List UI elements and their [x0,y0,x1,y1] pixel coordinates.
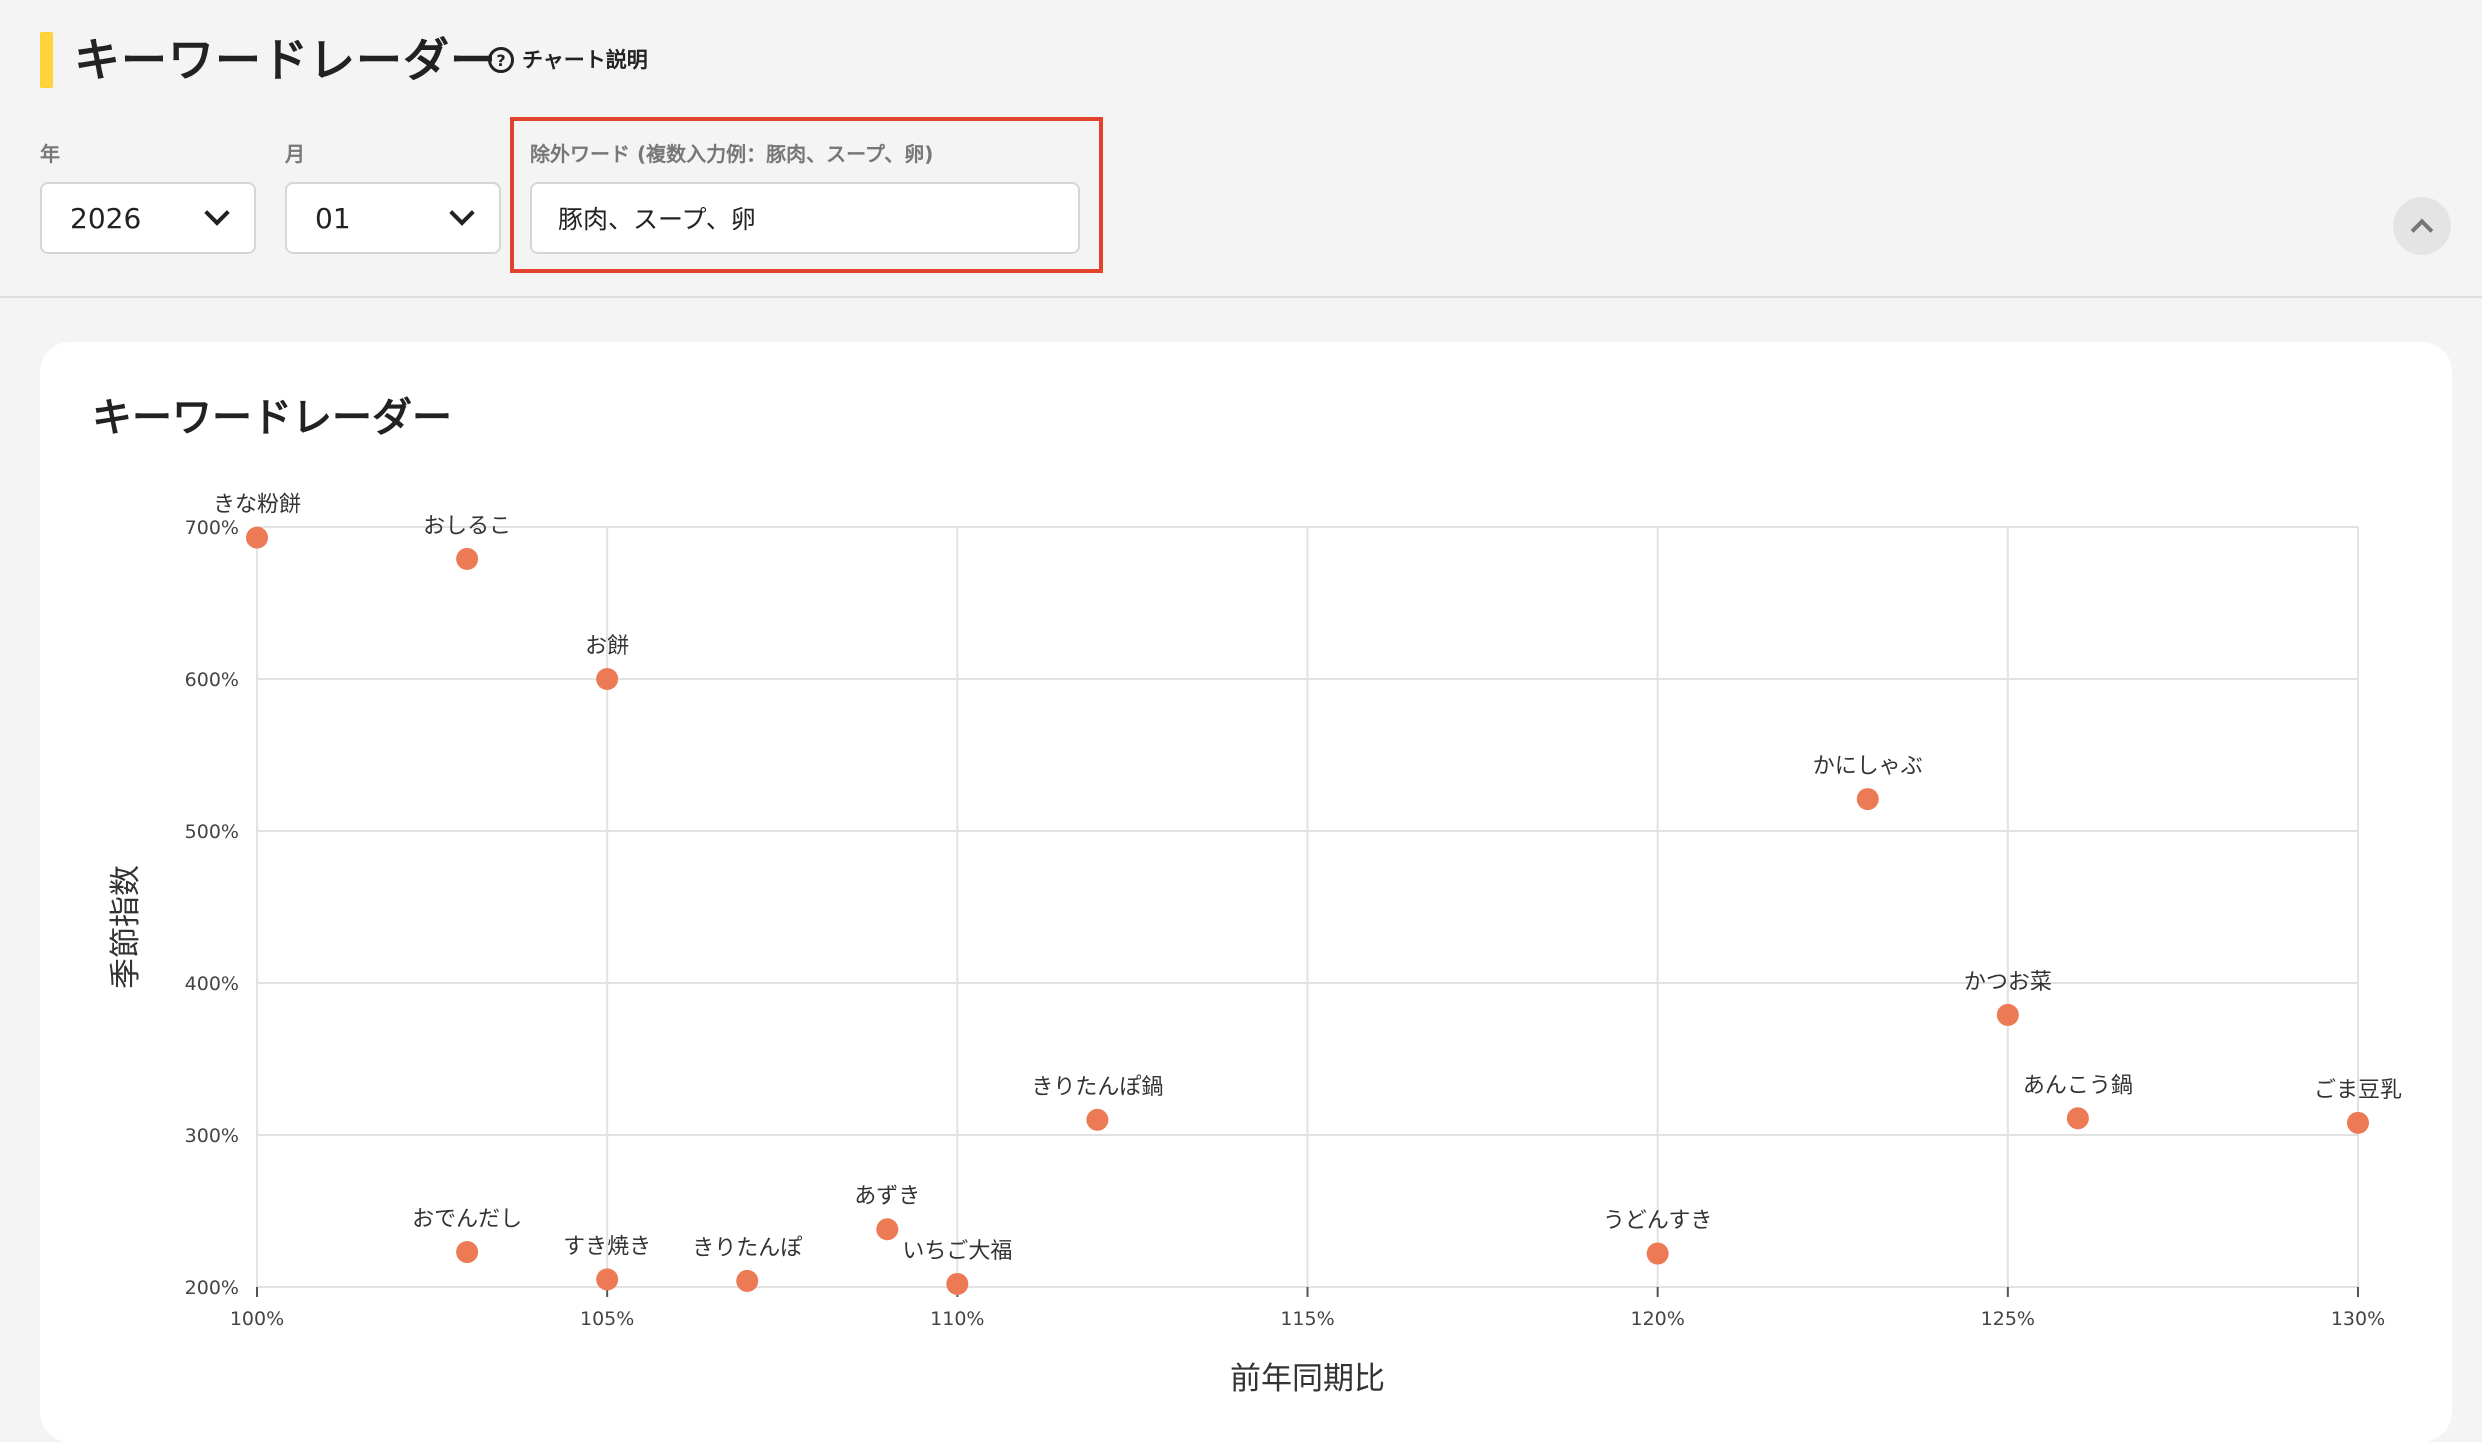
data-point [2347,1111,2369,1134]
x-tick-label: 120% [1631,1308,1685,1330]
month-select[interactable]: 01 [285,182,501,254]
data-point-label: かつお菜 [1964,970,2052,995]
data-point-label: きりたんぽ [692,1236,802,1261]
question-circle-icon: ? [488,47,514,73]
y-tick-label: 200% [185,1277,239,1299]
y-axis-title: 季節指数 [108,865,144,989]
data-point [2066,1107,2089,1130]
y-tick-label: 600% [185,669,239,691]
scatter-chart: 200% 300% 400% 500% 600% 700% 100% 105% 110% 115%… [108,493,2402,1397]
data-point [456,547,479,570]
title-accent-bar [40,32,53,88]
data-point-label: かにしゃぶ [1813,754,1923,779]
x-tick-label: 100% [230,1308,284,1330]
data-point [1646,1242,1669,1265]
data-point-label: きな粉餅 [213,493,301,518]
data-point-label: ごま豆乳 [2314,1078,2402,1103]
data-point-label: おしるこ [423,514,511,539]
data-point [246,526,268,549]
chart-help-link[interactable]: ? チャート説明 [488,42,648,78]
year-select-value: 2026 [70,201,142,235]
collapse-button[interactable] [2393,197,2451,255]
page-title: キーワードレーダー [74,33,497,87]
x-tick-label: 105% [580,1308,634,1330]
x-tick-label: 130% [2331,1308,2385,1330]
data-point [596,1268,619,1291]
data-point-label: きりたんぽ鍋 [1031,1075,1163,1100]
data-point [736,1269,759,1292]
data-point [946,1272,969,1295]
filter-header: キーワードレーダー ? チャート説明 年 2026 月 01 除外ワード (複数… [0,0,2482,298]
year-select[interactable]: 2026 [40,182,256,254]
chevron-up-icon [2410,218,2434,242]
exclude-words-input[interactable] [530,182,1080,254]
chart-help-label: チャート説明 [522,48,648,72]
x-tick-label: 115% [1280,1308,1334,1330]
data-point [1996,1003,2019,1026]
y-tick-label: 500% [185,821,239,843]
data-point [596,668,619,690]
x-axis-title: 前年同期比 [1230,1361,1385,1397]
exclude-words-label: 除外ワード (複数入力例：豚肉、スープ、卵) [530,142,934,166]
data-point-label: おでんだし [412,1207,522,1232]
y-tick-label: 300% [185,1125,239,1147]
month-label: 月 [285,142,305,166]
chart-card: キーワードレーダー 200% 300% 400% 500% 600% 700% 100% 10… [40,342,2452,1442]
chevron-down-icon [449,200,475,226]
data-point-label: あずき [854,1184,920,1209]
chevron-down-icon [204,200,230,226]
data-point [876,1218,899,1241]
data-point-label: いちご大福 [902,1239,1012,1264]
data-point-label: うどんすき [1603,1209,1713,1234]
data-point [1856,788,1879,811]
data-point-label: あんこう鍋 [2023,1073,2133,1098]
y-tick-label: 400% [185,973,239,995]
data-point-label: すき焼き [563,1234,651,1259]
data-point [456,1241,479,1264]
month-select-value: 01 [315,201,351,235]
x-tick-label: 125% [1981,1308,2035,1330]
year-label: 年 [40,142,60,166]
y-tick-label: 700% [185,517,239,539]
x-tick-label: 110% [930,1308,984,1330]
data-point-label: お餅 [585,634,629,659]
data-point [1086,1108,1109,1131]
